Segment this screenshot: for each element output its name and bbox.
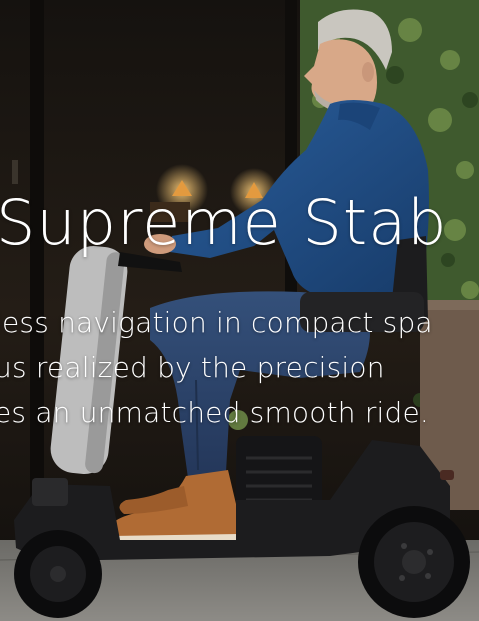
scooter-front-wheel <box>14 530 102 618</box>
door-handle <box>12 160 18 184</box>
hero-body-line-1: less navigation in compact spa <box>0 306 433 339</box>
hero-body-line-3: es an unmatched smooth ride. <box>0 396 430 429</box>
man-ear <box>362 62 374 82</box>
hero-headline: Supreme Stab <box>0 186 448 259</box>
door-frame-left <box>30 0 44 520</box>
scooter-tail-light <box>440 470 454 480</box>
hero-body-line-2: us realized by the precision <box>0 351 385 384</box>
scooter-rear-wheel <box>358 506 470 618</box>
